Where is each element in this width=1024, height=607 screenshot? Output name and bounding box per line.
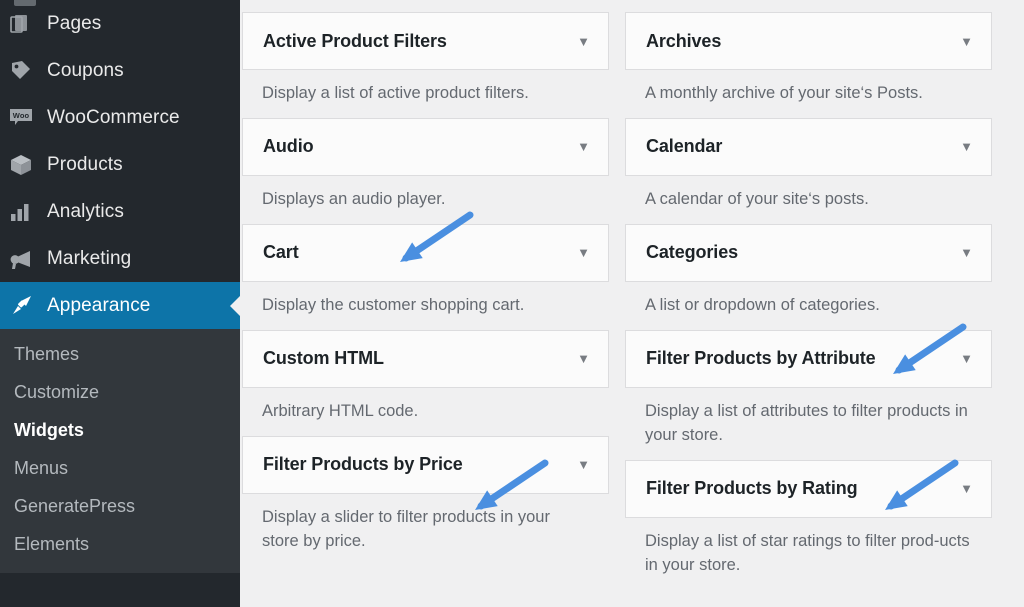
- widget-title: Filter Products by Attribute: [646, 348, 876, 369]
- sidebar-item-label: Appearance: [47, 294, 151, 316]
- widget-description: Display a list of active product filters…: [262, 84, 529, 102]
- sidebar-item-label: Analytics: [47, 200, 124, 222]
- chevron-down-icon[interactable]: ▼: [577, 246, 594, 259]
- sidebar-item-coupons[interactable]: Coupons: [0, 47, 240, 94]
- sidebar-subitem-widgets[interactable]: Widgets: [0, 411, 240, 449]
- widget-card-filter-products-by-attribute[interactable]: Filter Products by Attribute ▼: [625, 329, 992, 388]
- widget-description: Display a list of star ratings to filter…: [645, 531, 970, 574]
- sidebar-subitem-label: Menus: [14, 457, 69, 478]
- widgets-available-list: Active Product Filters ▼ Display a list …: [240, 0, 1024, 607]
- analytics-bar-icon: [9, 201, 44, 223]
- chevron-down-icon[interactable]: ▼: [960, 352, 977, 365]
- marketing-megaphone-icon: [9, 248, 44, 270]
- widget-description: Display the customer shopping cart.: [262, 295, 525, 314]
- sidebar-menu: Pages Coupons Woo WooCommerce Products A…: [0, 0, 241, 329]
- pages-icon: [9, 13, 44, 35]
- widget-title: Active Product Filters: [263, 30, 447, 51]
- sidebar-subitem-label: GeneratePress: [14, 495, 136, 516]
- widget-description: A calendar of your site‘s posts.: [645, 189, 869, 208]
- sidebar-subitem-elements[interactable]: Elements: [0, 525, 240, 563]
- chevron-down-icon[interactable]: ▼: [577, 35, 594, 48]
- sidebar-item-label: Pages: [47, 12, 102, 34]
- sidebar-subitem-label: Customize: [14, 381, 100, 402]
- widget-card-categories[interactable]: Categories ▼: [625, 223, 992, 282]
- widget-description: A list or dropdown of categories.: [645, 295, 880, 314]
- widgets-column-right: Archives ▼ A monthly archive of your sit…: [625, 6, 992, 579]
- widget-card-calendar[interactable]: Calendar ▼: [625, 117, 992, 176]
- sidebar-item-marketing[interactable]: Marketing: [0, 235, 240, 282]
- admin-sidebar: Pages Coupons Woo WooCommerce Products A…: [0, 0, 241, 607]
- sidebar-item-label: WooCommerce: [47, 106, 180, 128]
- chevron-down-icon[interactable]: ▼: [577, 458, 594, 471]
- appearance-brush-icon: [9, 294, 44, 318]
- sidebar-subitem-generatepress[interactable]: GeneratePress: [0, 487, 240, 525]
- sidebar-subitem-customize[interactable]: Customize: [0, 373, 240, 411]
- widget-card-filter-products-by-rating[interactable]: Filter Products by Rating ▼: [625, 459, 992, 518]
- svg-text:Woo: Woo: [13, 111, 30, 120]
- chevron-down-icon[interactable]: ▼: [960, 140, 977, 153]
- chevron-down-icon[interactable]: ▼: [577, 352, 594, 365]
- widget-description: Display a list of attributes to filter p…: [645, 401, 968, 444]
- sidebar-item-label: Products: [47, 153, 123, 175]
- widget-title: Filter Products by Price: [263, 454, 463, 475]
- woocommerce-icon: Woo: [9, 107, 44, 129]
- widget-title: Audio: [263, 136, 314, 157]
- widget-title: Filter Products by Rating: [646, 478, 858, 499]
- chevron-down-icon[interactable]: ▼: [960, 35, 977, 48]
- widget-description: Displays an audio player.: [262, 189, 446, 208]
- sidebar-subitem-label: Widgets: [14, 419, 84, 440]
- sidebar-subitem-label: Themes: [14, 343, 80, 364]
- chevron-down-icon[interactable]: ▼: [960, 482, 977, 495]
- chevron-down-icon[interactable]: ▼: [960, 246, 977, 259]
- widget-description: Display a slider to filter products in y…: [262, 507, 550, 550]
- widget-card-audio[interactable]: Audio ▼: [242, 117, 609, 176]
- screen: Pages Coupons Woo WooCommerce Products A…: [0, 0, 1024, 607]
- sidebar-item-label: Coupons: [47, 59, 124, 81]
- widget-card-filter-products-by-price[interactable]: Filter Products by Price ▼: [242, 435, 609, 494]
- sidebar-item-pages[interactable]: Pages: [0, 0, 240, 47]
- widget-title: Calendar: [646, 136, 723, 157]
- widgets-column-left: Active Product Filters ▼ Display a list …: [242, 6, 609, 579]
- sidebar-item-products[interactable]: Products: [0, 141, 240, 188]
- widget-title: Categories: [646, 242, 739, 263]
- sidebar-item-label: Marketing: [47, 247, 132, 269]
- widget-card-custom-html[interactable]: Custom HTML ▼: [242, 329, 609, 388]
- sidebar-subitem-themes[interactable]: Themes: [0, 335, 240, 373]
- sidebar-subitem-label: Elements: [14, 533, 90, 554]
- sidebar-item-analytics[interactable]: Analytics: [0, 188, 240, 235]
- sidebar-item-appearance[interactable]: Appearance: [0, 282, 241, 329]
- widget-title: Custom HTML: [263, 348, 384, 369]
- products-box-icon: [9, 153, 44, 177]
- widget-description: A monthly archive of your site‘s Posts.: [645, 84, 923, 102]
- chevron-down-icon[interactable]: ▼: [577, 140, 594, 153]
- coupons-tag-icon: [9, 59, 44, 82]
- widget-title: Cart: [263, 242, 299, 263]
- widget-description: Arbitrary HTML code.: [262, 401, 419, 420]
- sidebar-subitem-menus[interactable]: Menus: [0, 449, 240, 487]
- widget-title: Archives: [646, 30, 722, 51]
- widget-card-active-product-filters[interactable]: Active Product Filters ▼: [242, 12, 609, 70]
- appearance-submenu: Themes Customize Widgets Menus GenerateP…: [0, 329, 240, 573]
- sidebar-item-woocommerce[interactable]: Woo WooCommerce: [0, 94, 240, 141]
- widget-card-archives[interactable]: Archives ▼: [625, 12, 992, 70]
- widget-card-cart[interactable]: Cart ▼: [242, 223, 609, 282]
